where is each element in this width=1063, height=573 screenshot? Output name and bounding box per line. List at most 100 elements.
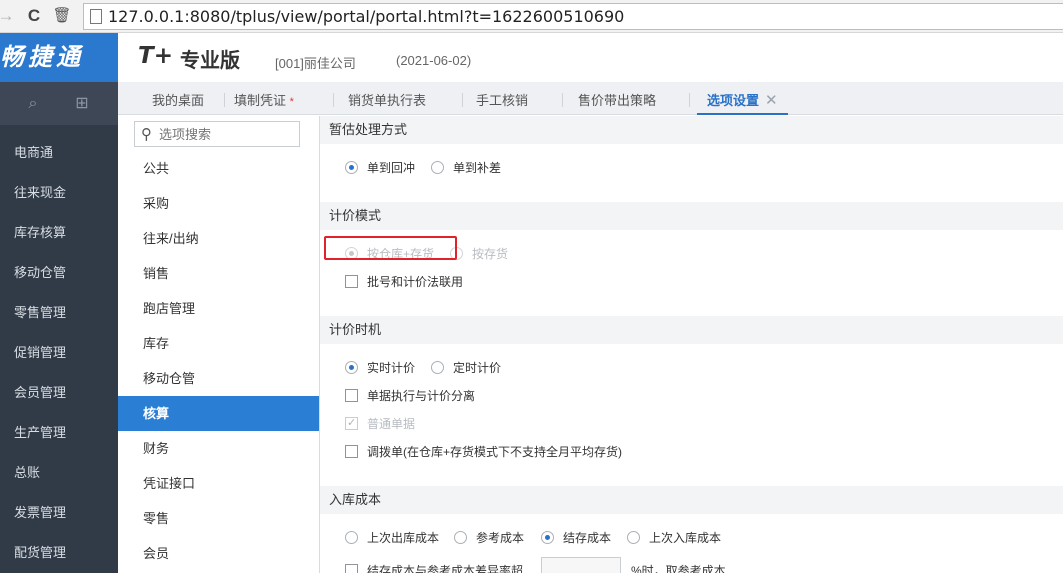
module-item[interactable]: 促销管理 xyxy=(0,333,118,373)
checkbox-suffix: %时，取参考成本 xyxy=(631,564,726,573)
login-date: (2021-06-02) xyxy=(396,53,472,68)
category-item[interactable]: 零售 xyxy=(118,501,319,536)
checkbox[interactable] xyxy=(345,445,358,458)
category-item[interactable]: 凭证接口 xyxy=(118,466,319,501)
radio-label: 实时计价 xyxy=(367,361,416,375)
radio-checked[interactable] xyxy=(345,161,358,174)
options-category-panel: ⚲ 公共 采购 往来/出纳 销售 跑店管理 库存 移动仓管 核算 财务 凭证接口… xyxy=(118,116,320,573)
radio-label: 定时计价 xyxy=(453,361,502,375)
radio-label: 单到回冲 xyxy=(367,161,416,175)
reload-icon[interactable]: C xyxy=(24,5,44,27)
radio-unchecked[interactable] xyxy=(454,531,467,544)
tab-divider xyxy=(333,93,334,107)
category-item[interactable]: 往来/出纳 xyxy=(118,221,319,256)
tab-label: 手工核销 xyxy=(476,93,529,108)
url-text[interactable]: 127.0.0.1:8080/tplus/view/portal/portal.… xyxy=(108,7,624,26)
radio-option[interactable]: 结存成本 xyxy=(541,530,611,546)
module-item[interactable]: 库存核算 xyxy=(0,213,118,253)
radio-option[interactable]: 单到补差 xyxy=(431,160,501,176)
radio-checked[interactable] xyxy=(541,531,554,544)
company-name: [001]丽佳公司 xyxy=(275,56,356,71)
module-item[interactable]: 电商通 xyxy=(0,133,118,173)
module-item[interactable]: 移动仓管 xyxy=(0,253,118,293)
checkbox-option: 普通单据 xyxy=(345,415,416,432)
unsaved-mark: * xyxy=(289,96,294,108)
section-header: 计价模式 xyxy=(320,202,1063,230)
options-content: 暂估处理方式 单到回冲 单到补差 计价模式 按仓库+存货 按存货 批号和计价法联… xyxy=(320,116,1063,573)
checkbox-label: 单据执行与计价分离 xyxy=(367,389,476,403)
checkbox-label: 调拨单(在仓库+存货模式下不支持全月平均存货) xyxy=(367,445,623,459)
checkbox-option[interactable]: 调拨单(在仓库+存货模式下不支持全月平均存货) xyxy=(345,444,622,460)
category-item[interactable]: 财务 xyxy=(118,431,319,466)
module-list: 电商通 往来现金 库存核算 移动仓管 零售管理 促销管理 会员管理 生产管理 总… xyxy=(0,133,118,573)
radio-option[interactable]: 定时计价 xyxy=(431,360,501,376)
radio-checked[interactable] xyxy=(345,361,358,374)
close-icon[interactable]: ✕ xyxy=(765,92,778,109)
tab-divider xyxy=(689,93,690,107)
radio-unchecked[interactable] xyxy=(431,161,444,174)
tab-label: 选项设置 xyxy=(707,93,760,108)
radio-label: 上次入库成本 xyxy=(649,531,722,545)
module-item[interactable]: 发票管理 xyxy=(0,493,118,533)
module-item[interactable]: 总账 xyxy=(0,453,118,493)
tab-desktop[interactable]: 我的桌面 xyxy=(152,82,204,115)
checkbox-option[interactable]: 结存成本与参考成本差异率超 xyxy=(345,563,523,573)
tab-options[interactable]: 选项设置 ✕ xyxy=(697,82,788,115)
radio-option[interactable]: 实时计价 xyxy=(345,360,415,376)
search-doc-icon[interactable]: ⌕ xyxy=(22,93,44,115)
checkbox[interactable] xyxy=(345,275,358,288)
trash-icon[interactable]: 🗑 xyxy=(52,5,72,27)
checkbox-option[interactable]: 批号和计价法联用 xyxy=(345,274,463,290)
tab-divider xyxy=(562,93,563,107)
module-item[interactable]: 会员管理 xyxy=(0,373,118,413)
radio-option[interactable]: 上次出库成本 xyxy=(345,530,439,546)
add-window-icon[interactable]: ⊞ xyxy=(71,93,93,115)
tab-price-strategy[interactable]: 售价带出策略 xyxy=(578,82,656,115)
category-item[interactable]: 会员 xyxy=(118,536,319,571)
address-bar[interactable]: 127.0.0.1:8080/tplus/view/portal/portal.… xyxy=(83,3,1063,30)
module-item[interactable]: 配货管理 xyxy=(0,533,118,573)
tab-label: 销货单执行表 xyxy=(348,93,427,108)
category-item-active[interactable]: 核算 xyxy=(118,396,319,431)
tab-label: 售价带出策略 xyxy=(578,93,657,108)
checkbox[interactable] xyxy=(345,389,358,402)
checkbox[interactable] xyxy=(345,564,358,573)
product-edition: 专业版 xyxy=(180,48,240,72)
app-header: T+ 专业版 [001]丽佳公司 (2021-06-02) xyxy=(118,33,1063,82)
radio-option: 按存货 xyxy=(450,246,508,262)
tab-label: 我的桌面 xyxy=(152,93,205,108)
category-item[interactable]: 公共 xyxy=(118,151,319,186)
tab-divider xyxy=(224,93,225,107)
radio-option[interactable]: 参考成本 xyxy=(454,530,524,546)
tab-sales-exec[interactable]: 销货单执行表 xyxy=(348,82,426,115)
main-sidebar: 畅捷通 ⌕ ⊞ 电商通 往来现金 库存核算 移动仓管 零售管理 促销管理 会员管… xyxy=(0,33,118,573)
checkbox-label: 普通单据 xyxy=(367,417,416,431)
checkbox-label: 结存成本与参考成本差异率超 xyxy=(367,564,524,573)
module-item[interactable]: 往来现金 xyxy=(0,173,118,213)
module-item[interactable]: 生产管理 xyxy=(0,413,118,453)
category-item[interactable]: 销售 xyxy=(118,256,319,291)
radio-option[interactable]: 单到回冲 xyxy=(345,160,415,176)
radio-label: 按存货 xyxy=(472,247,509,261)
tab-voucher[interactable]: 填制凭证 * xyxy=(234,82,294,115)
radio-unchecked[interactable] xyxy=(431,361,444,374)
back-arrow-icon[interactable]: → xyxy=(0,5,16,27)
tab-divider xyxy=(462,93,463,107)
category-item[interactable]: 采购 xyxy=(118,186,319,221)
radio-unchecked[interactable] xyxy=(627,531,640,544)
category-list: 公共 采购 往来/出纳 销售 跑店管理 库存 移动仓管 核算 财务 凭证接口 零… xyxy=(118,151,319,571)
radio-label: 单到补差 xyxy=(453,161,502,175)
category-item[interactable]: 跑店管理 xyxy=(118,291,319,326)
highlight-box xyxy=(324,236,457,260)
radio-option[interactable]: 上次入库成本 xyxy=(627,530,721,546)
checkbox-option[interactable]: 单据执行与计价分离 xyxy=(345,388,475,404)
options-search[interactable]: ⚲ xyxy=(134,121,300,147)
category-item[interactable]: 库存 xyxy=(118,326,319,361)
tab-manual-writeoff[interactable]: 手工核销 xyxy=(476,82,528,115)
radio-unchecked[interactable] xyxy=(345,531,358,544)
module-item[interactable]: 零售管理 xyxy=(0,293,118,333)
variance-rate-input[interactable] xyxy=(541,557,621,573)
category-item[interactable]: 移动仓管 xyxy=(118,361,319,396)
search-input[interactable] xyxy=(159,125,295,143)
logo-mark: T+ xyxy=(138,43,173,69)
